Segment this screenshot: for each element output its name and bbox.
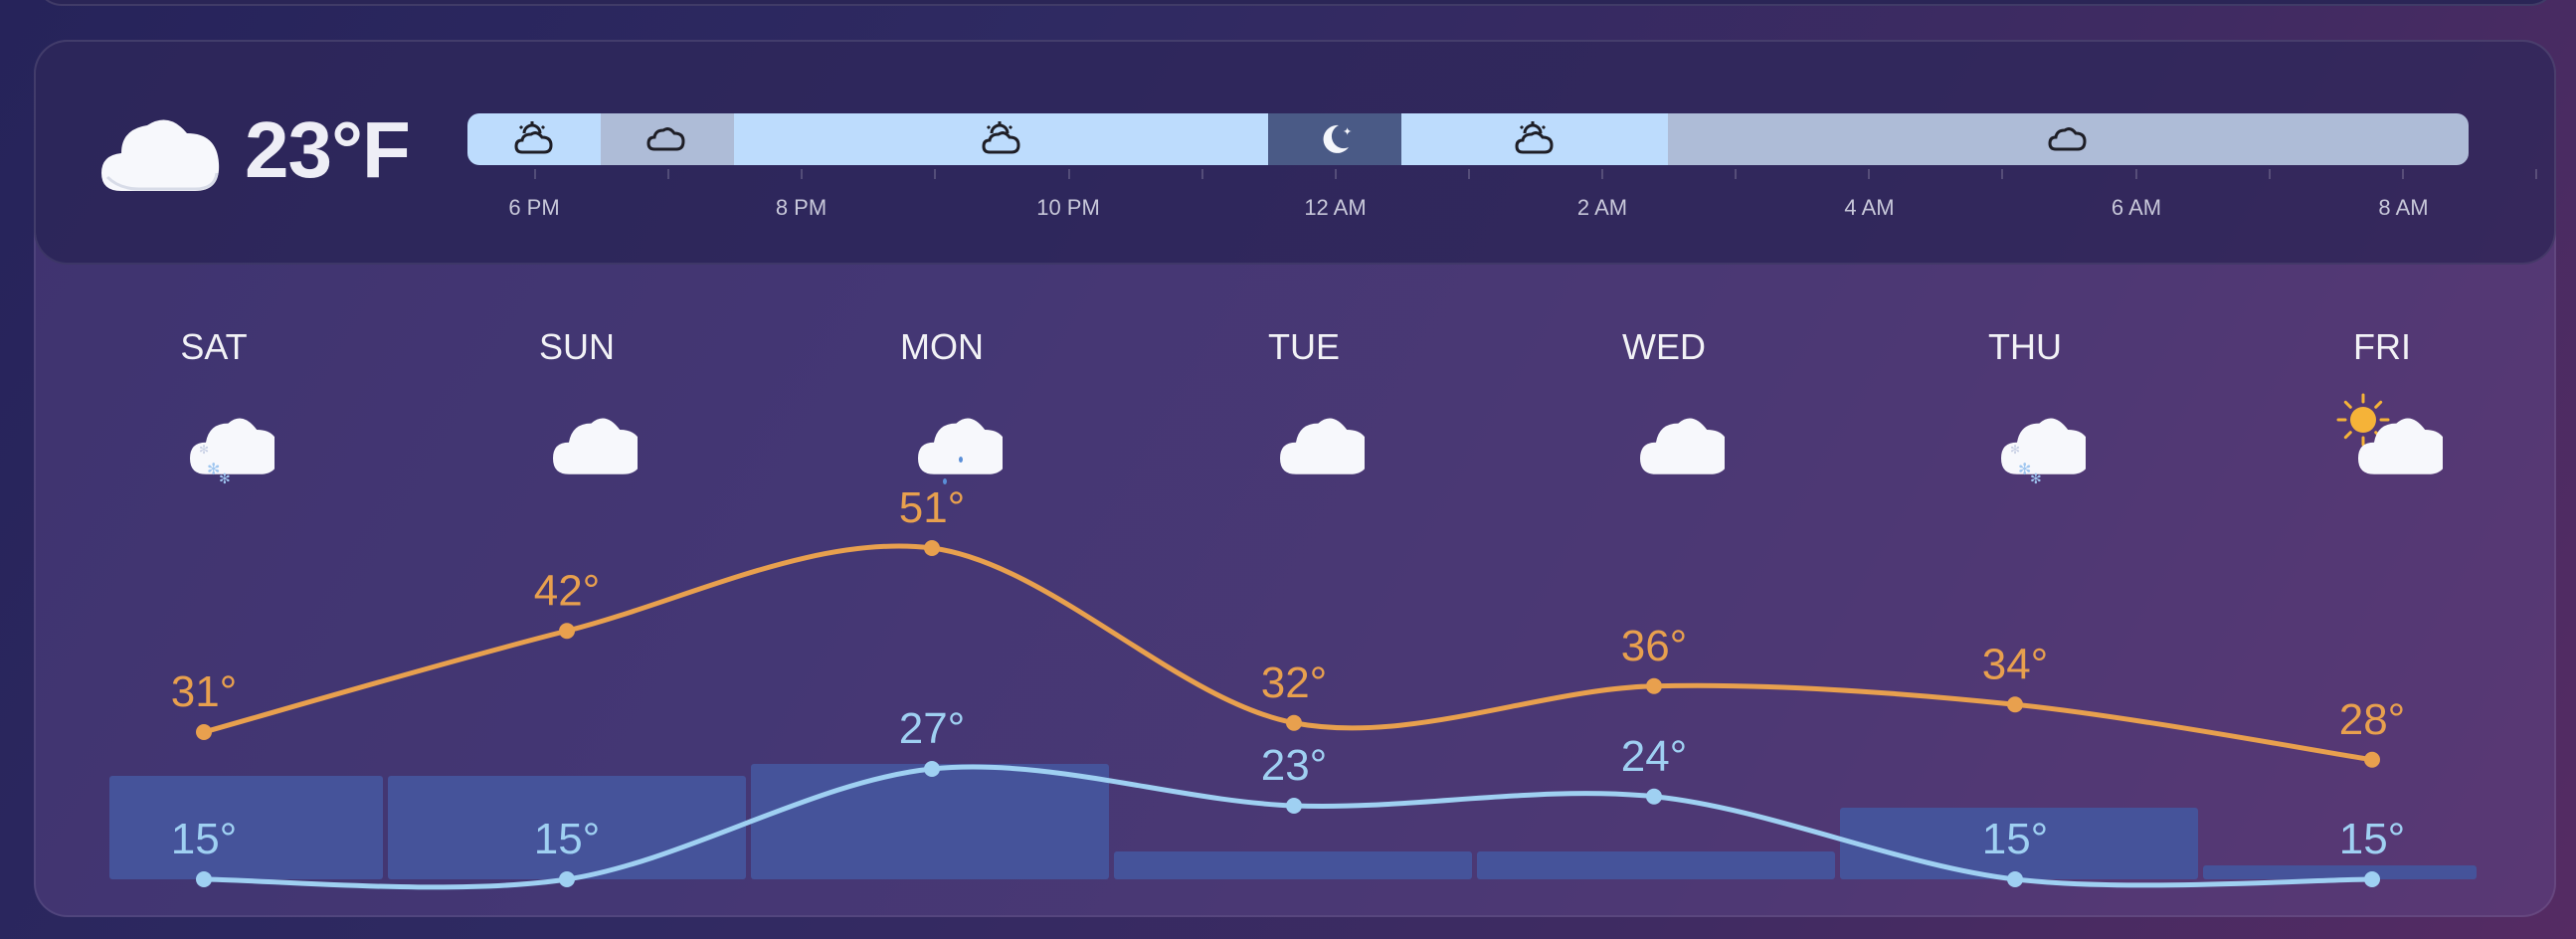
temperature-label: 28°: [2339, 695, 2406, 744]
temperature-label: 34°: [1982, 640, 2049, 688]
temperature-point[interactable]: [196, 871, 212, 887]
temperature-label: 31°: [171, 667, 238, 716]
precipitation-bar: [751, 764, 1109, 879]
temperature-point[interactable]: [2007, 696, 2023, 713]
precipitation-bar: [1114, 851, 1472, 879]
temperature-label: 23°: [1261, 741, 1328, 790]
temperature-point[interactable]: [196, 724, 212, 740]
temperature-label: 15°: [534, 815, 601, 863]
temperature-point[interactable]: [559, 871, 575, 887]
temperature-label: 15°: [171, 815, 238, 863]
temperature-label: 15°: [1982, 815, 2049, 863]
temperature-chart: 31° 42° 51° 32° 36° 34° 28° 15° 15° 27° 23° 24° 15° 1…: [109, 483, 2477, 890]
temperature-point[interactable]: [559, 623, 575, 640]
temperature-label: 24°: [1621, 732, 1688, 781]
temperature-label: 15°: [2339, 815, 2406, 863]
temperature-point[interactable]: [2007, 871, 2023, 887]
temperature-point[interactable]: [2364, 751, 2380, 768]
temperature-point[interactable]: [1646, 788, 1662, 805]
temperature-label: 36°: [1621, 622, 1688, 670]
temperature-label: 27°: [899, 704, 966, 753]
temperature-point[interactable]: [1646, 677, 1662, 694]
temperature-point[interactable]: [1286, 714, 1302, 731]
temperature-point[interactable]: [924, 540, 940, 556]
temperature-label: 42°: [534, 566, 601, 615]
precipitation-bar: [2203, 865, 2477, 879]
temperature-point[interactable]: [2364, 871, 2380, 887]
temperature-point[interactable]: [924, 761, 940, 777]
temperature-label: 51°: [899, 483, 966, 532]
precipitation-bar: [1477, 851, 1835, 879]
precipitation-bar: [109, 776, 383, 879]
temperature-point[interactable]: [1286, 798, 1302, 814]
temperature-label: 32°: [1261, 658, 1328, 707]
